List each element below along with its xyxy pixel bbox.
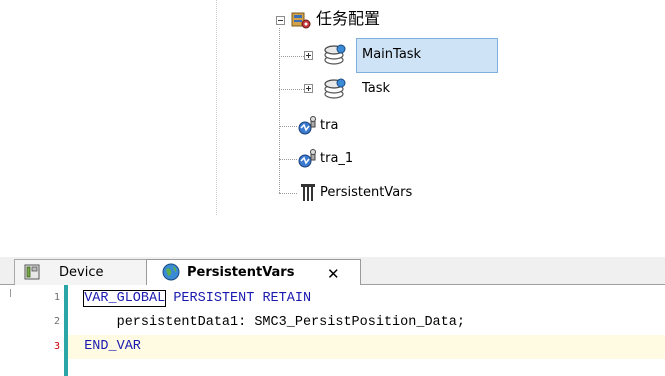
code-editor[interactable]: 1 2 3 VAR_GLOBAL PERSISTENT RETAIN persi…	[0, 285, 665, 376]
fold-marker	[10, 289, 11, 297]
task-icon	[323, 77, 349, 105]
task-configuration-icon	[291, 10, 311, 34]
persistent-vars-icon	[299, 182, 317, 208]
collapse-toggle[interactable]	[276, 16, 285, 25]
tab-device-label: Device	[59, 265, 104, 280]
trace-icon	[297, 115, 319, 141]
tree-connector	[279, 193, 297, 194]
tab-persistentvars-label: PersistentVars	[187, 265, 295, 280]
tab-persistentvars[interactable]: PersistentVars ✕	[146, 259, 361, 286]
expand-toggle[interactable]	[304, 51, 313, 60]
tree-node-tra[interactable]: tra	[320, 118, 338, 134]
code-line-1[interactable]: VAR_GLOBAL PERSISTENT RETAIN	[68, 287, 665, 311]
tree-connector	[279, 28, 280, 193]
tree-node-persistentvars[interactable]: PersistentVars	[320, 185, 412, 201]
keyword-persistent-retain: PERSISTENT RETAIN	[173, 291, 312, 306]
tree-node-tra-1[interactable]: tra_1	[320, 151, 353, 167]
keyword-var-global: VAR_GLOBAL	[83, 290, 167, 307]
trace-icon	[297, 148, 319, 174]
tab-device[interactable]: Device	[14, 259, 148, 285]
editor-tab-bar: Device PersistentVars ✕	[0, 257, 665, 286]
tree-node-maintask[interactable]: MainTask	[362, 47, 421, 63]
expand-toggle[interactable]	[304, 84, 313, 93]
line-number: 2	[53, 316, 60, 327]
line-number-gutter: 1 2 3	[28, 285, 64, 376]
code-line-3[interactable]: END_VAR	[68, 335, 665, 359]
keyword-end-var: END_VAR	[84, 339, 141, 354]
task-icon	[323, 43, 349, 71]
close-icon[interactable]: ✕	[327, 262, 340, 286]
tree-connector	[279, 159, 297, 160]
code-line-2[interactable]: persistentData1: SMC3_PersistPosition_Da…	[68, 311, 665, 335]
line-number: 1	[53, 292, 60, 303]
tree-connector	[279, 126, 297, 127]
device-tree: 任务配置 MainTask Task tra tra_1 PersistentV…	[0, 0, 665, 215]
line-number: 3	[53, 341, 60, 352]
variable-declaration: persistentData1: SMC3_PersistPosition_Da…	[116, 315, 465, 330]
tree-root-label[interactable]: 任务配置	[316, 9, 380, 29]
tree-node-task[interactable]: Task	[362, 81, 390, 97]
tree-panel-divider	[216, 0, 217, 215]
